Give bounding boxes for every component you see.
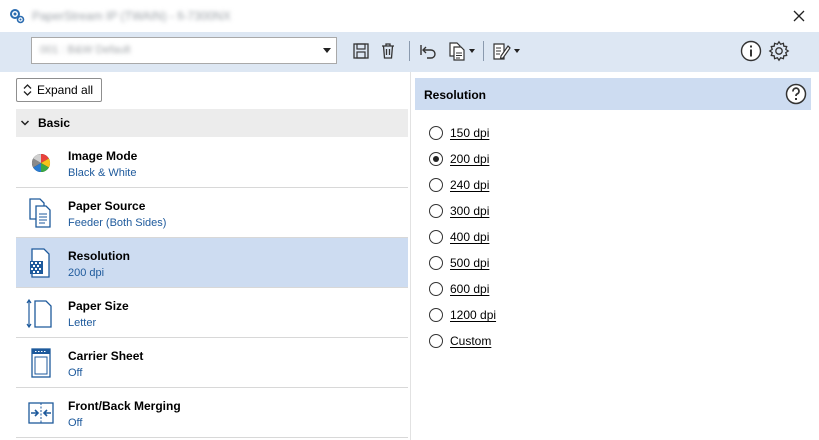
copy-menu-button[interactable] (445, 39, 477, 63)
profile-value: 001 : B&W Default (40, 44, 131, 56)
save-button[interactable] (350, 39, 372, 63)
resolution-option[interactable]: 600 dpi (429, 280, 489, 298)
resolution-icon (30, 248, 50, 278)
delete-button[interactable] (377, 39, 399, 63)
radio-button[interactable] (429, 126, 443, 140)
radio-button[interactable] (429, 334, 443, 348)
resolution-option[interactable]: 500 dpi (429, 254, 489, 272)
expand-all-button[interactable]: Expand all (16, 78, 102, 102)
setting-value: 200 dpi (68, 267, 105, 279)
profile-select[interactable]: 001 : B&W Default (31, 37, 337, 64)
setting-row-paper-size[interactable]: Paper Size Letter (16, 288, 408, 338)
resolution-option[interactable]: 400 dpi (429, 228, 489, 246)
setting-title: Image Mode (68, 149, 138, 163)
radio-label: 200 dpi (450, 152, 490, 166)
chevron-down-icon (469, 49, 475, 53)
expand-all-label: Expand all (37, 83, 94, 97)
setting-title: Carrier Sheet (68, 349, 144, 363)
panel-title: Resolution (424, 88, 486, 102)
radio-button[interactable] (429, 204, 443, 218)
resolution-option[interactable]: 300 dpi (429, 202, 489, 220)
edit-icon (493, 43, 511, 60)
group-header-basic[interactable]: Basic (16, 109, 408, 137)
chevron-down-icon (323, 48, 331, 53)
save-icon (353, 43, 369, 59)
radio-button[interactable] (429, 256, 443, 270)
chevron-down-icon (20, 120, 30, 126)
info-icon (740, 40, 762, 62)
setting-title: Front/Back Merging (68, 399, 181, 413)
toolbar: 001 : B&W Default (0, 32, 819, 72)
merging-icon (28, 402, 54, 424)
toolbar-separator (483, 41, 484, 61)
resolution-option[interactable]: 240 dpi (429, 176, 489, 194)
radio-label: 1200 dpi (450, 308, 497, 322)
group-label: Basic (38, 116, 71, 130)
radio-label: 240 dpi (450, 178, 490, 192)
radio-button[interactable] (429, 282, 443, 296)
carrier-sheet-icon (31, 348, 51, 378)
radio-label: 300 dpi (450, 204, 490, 218)
setting-title: Resolution (68, 249, 130, 263)
paper-size-icon (26, 298, 52, 329)
resolution-option[interactable]: Custom (429, 332, 491, 350)
image-mode-icon (31, 154, 51, 172)
delete-icon (382, 43, 394, 59)
help-icon[interactable] (785, 83, 807, 105)
resolution-option[interactable]: 1200 dpi (429, 306, 496, 324)
radio-label: Custom (450, 334, 492, 348)
radio-button[interactable] (429, 308, 443, 322)
panel-header: Resolution (415, 78, 811, 110)
close-icon (793, 10, 805, 22)
edit-menu-button[interactable] (490, 39, 522, 63)
setting-value: Off (68, 367, 83, 379)
setting-row-resolution[interactable]: Resolution 200 dpi (16, 238, 408, 288)
setting-value: Feeder (Both Sides) (68, 217, 167, 229)
radio-label: 500 dpi (450, 256, 490, 270)
settings-icon (768, 40, 790, 62)
radio-button[interactable] (429, 230, 443, 244)
toolbar-separator (409, 41, 410, 61)
setting-row-image-mode[interactable]: Image Mode Black & White (16, 138, 408, 188)
app-icon (10, 9, 25, 24)
radio-label: 600 dpi (450, 282, 490, 296)
undo-icon (420, 45, 436, 59)
expand-collapse-icon (23, 84, 32, 96)
radio-button[interactable] (429, 178, 443, 192)
resolution-option[interactable]: 200 dpi (429, 150, 489, 168)
radio-label: 400 dpi (450, 230, 490, 244)
setting-title: Paper Source (68, 199, 146, 213)
setting-row-paper-source[interactable]: Paper Source Feeder (Both Sides) (16, 188, 408, 238)
setting-detail-pane: Resolution 150 dpi 200 dpi 240 dpi 300 dpi 4… (411, 72, 819, 440)
settings-button[interactable] (767, 39, 791, 63)
settings-tree-pane: Expand all Basic Image Mode Black & Whit… (0, 72, 411, 440)
setting-value: Off (68, 417, 83, 429)
setting-value: Black & White (68, 167, 137, 179)
resolution-option[interactable]: 150 dpi (429, 124, 489, 142)
setting-title: Paper Size (68, 299, 129, 313)
copy-icon (449, 42, 465, 61)
title-bar: PaperStream IP (TWAIN) - fi-7300NX (0, 0, 819, 32)
radio-label: 150 dpi (450, 126, 490, 140)
undo-button[interactable] (417, 39, 439, 63)
info-button[interactable] (739, 39, 763, 63)
radio-button[interactable] (429, 152, 443, 166)
paper-source-icon (29, 198, 51, 228)
setting-row-front-back-merging[interactable]: Front/Back Merging Off (16, 388, 408, 438)
setting-row-carrier-sheet[interactable]: Carrier Sheet Off (16, 338, 408, 388)
chevron-down-icon (514, 49, 520, 53)
setting-value: Letter (68, 317, 97, 329)
close-button[interactable] (779, 0, 819, 32)
window-title: PaperStream IP (TWAIN) - fi-7300NX (32, 9, 231, 23)
